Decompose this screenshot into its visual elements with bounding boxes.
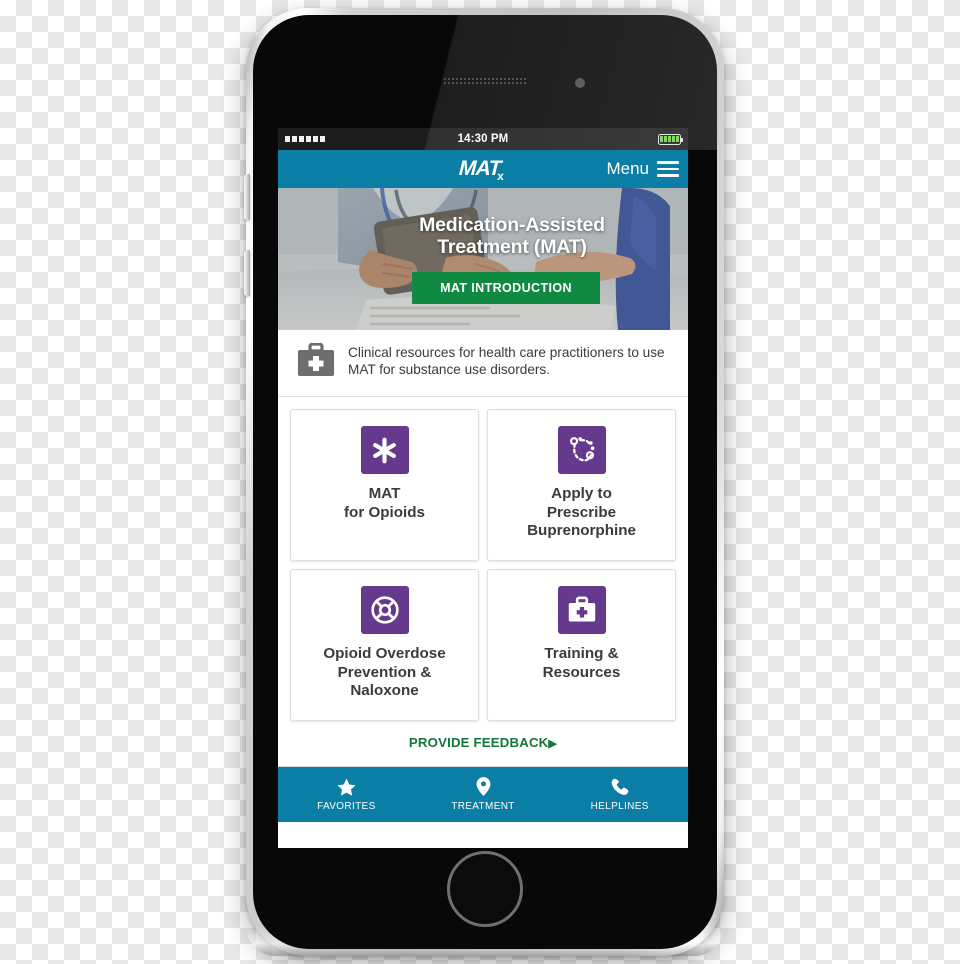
hamburger-menu-icon [657, 161, 679, 177]
tile-mat-for-opioids[interactable]: MAT for Opioids [290, 409, 479, 561]
description-bar: Clinical resources for health care pract… [278, 330, 688, 397]
signal-strength-icon [285, 136, 395, 142]
hero-title-line2: Treatment (MAT) [437, 236, 587, 258]
tile-label: MAT for Opioids [344, 485, 425, 522]
medical-bag-icon [557, 586, 606, 634]
status-bar-clock: 14:30 PM [457, 133, 509, 145]
tile-apply-to-prescribe-buprenorphine[interactable]: Apply to Prescribe Buprenorphine [487, 409, 676, 561]
mat-introduction-button[interactable]: MAT INTRODUCTION [412, 272, 600, 305]
feedback-text: PROVIDE FEEDBACK [408, 735, 549, 750]
home-button[interactable] [447, 851, 523, 927]
hero-title-line1: Medication-Assisted [419, 213, 605, 236]
asterisk-icon [360, 426, 409, 474]
life-ring-icon [360, 586, 409, 634]
provide-feedback-link[interactable]: PROVIDE FEEDBACK▶ [278, 721, 688, 766]
matx-logo[interactable]: MATx [458, 157, 507, 183]
earpiece-speaker-icon [443, 77, 527, 86]
medical-bag-icon [297, 342, 335, 382]
tab-label: HELPLINES [590, 801, 649, 812]
hero-banner: Medication-Assisted Treatment (MAT) MAT … [278, 188, 688, 330]
tab-favorites[interactable]: FAVORITES [278, 767, 415, 822]
tile-label-line1: Opioid Overdose [323, 645, 446, 662]
star-icon [337, 777, 356, 796]
phone-screen: 14:30 PM MATx Menu Medication-Assisted T… [278, 128, 688, 848]
tile-label-line2: Prevention & [337, 663, 432, 681]
tile-label-line3: Naloxone [350, 682, 419, 700]
tab-label: TREATMENT [451, 801, 515, 812]
app-header: MATx Menu [278, 150, 688, 188]
volume-up-button[interactable] [244, 174, 250, 220]
tile-label-line3: Buprenorphine [527, 522, 636, 540]
battery-icon [571, 133, 684, 145]
molecule-icon [557, 426, 606, 474]
volume-down-button[interactable] [244, 250, 250, 296]
tile-label: Training & Resources [543, 645, 621, 682]
status-bar: 14:30 PM [278, 128, 688, 150]
tile-label-line1: MAT [368, 485, 401, 502]
tab-helplines[interactable]: HELPLINES [551, 767, 688, 822]
smartphone-mockup: 14:30 PM MATx Menu Medication-Assisted T… [244, 8, 724, 956]
menu-label: Menu [606, 159, 649, 178]
phone-body: 14:30 PM MATx Menu Medication-Assisted T… [253, 15, 717, 949]
tile-label-line1: Apply to [551, 485, 612, 502]
provide-feedback-label: PROVIDE FEEDBACK▶ [409, 735, 557, 750]
bottom-tab-bar: FAVORITES TREATMENT HELPLINES [278, 766, 688, 822]
tile-label: Apply to Prescribe Buprenorphine [527, 485, 636, 541]
tab-treatment[interactable]: TREATMENT [415, 767, 552, 822]
phone-icon [611, 777, 629, 796]
tile-label-line2: Resources [542, 663, 621, 681]
caret-right-icon: ▶ [548, 738, 558, 750]
tile-label-line2: for Opioids [344, 503, 425, 521]
feature-tile-grid: MAT for Opioids Apply to Prescribe Bupre… [278, 397, 688, 721]
location-pin-icon [476, 777, 491, 796]
menu-button[interactable]: Menu [606, 150, 679, 188]
tile-label-line1: Training & [544, 645, 619, 662]
front-camera-icon [575, 78, 585, 88]
tile-opioid-overdose-prevention-naloxone[interactable]: Opioid Overdose Prevention & Naloxone [290, 569, 479, 721]
logo-subscript-text: x [496, 169, 505, 183]
tile-label-line2: Prescribe [546, 503, 617, 521]
tab-label: FAVORITES [317, 801, 376, 812]
logo-main-text: MAT [458, 157, 502, 180]
hero-title: Medication-Assisted Treatment (MAT) [419, 214, 605, 258]
tile-label: Opioid Overdose Prevention & Naloxone [323, 645, 445, 701]
description-text: Clinical resources for health care pract… [348, 345, 665, 378]
tile-training-and-resources[interactable]: Training & Resources [487, 569, 676, 721]
